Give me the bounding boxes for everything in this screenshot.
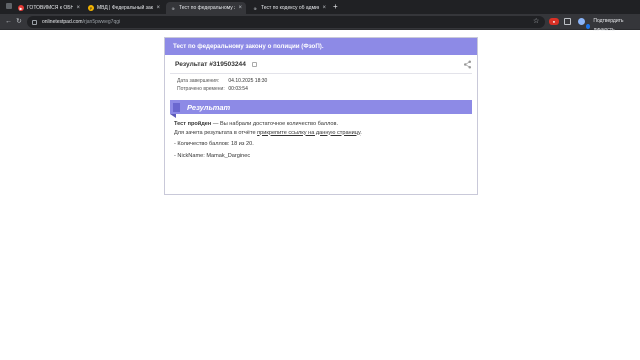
- address-bar[interactable]: onlinetestpad.com/rjan5pwweg7qgi: [27, 16, 545, 28]
- tab-4-title: Тест по кодексу об админист: [261, 5, 319, 11]
- youtube-icon: ▶: [18, 5, 24, 11]
- tab-4[interactable]: ⊕ Тест по кодексу об админист ×: [248, 2, 330, 14]
- result-meta: Дата завершения: 04.10.2025 18:30 Потрач…: [165, 74, 477, 93]
- meta-value: 04.10.2025 18:30: [228, 78, 268, 84]
- tab-1-title: ГОТОВИМСЯ к ОБНОВЕ! КАК: [27, 5, 74, 11]
- tab-strip: ▶ ГОТОВИМСЯ к ОБНОВЕ! КАК × P МВД | Феде…: [0, 0, 640, 14]
- copy-icon[interactable]: [251, 61, 257, 67]
- tab-search-icon[interactable]: [6, 3, 12, 9]
- result-number: Результат #319503244: [175, 60, 246, 68]
- score-line: - Количество баллов: 18 из 20.: [174, 141, 254, 148]
- banner-label: Результат: [170, 100, 472, 114]
- result-body: Тест пройден — Вы набрали достаточное ко…: [165, 116, 477, 160]
- site-favicon-icon: P: [88, 5, 94, 11]
- ribbon-fold: [170, 114, 176, 118]
- globe-icon: ⊕: [253, 5, 257, 11]
- back-icon[interactable]: ←: [5, 17, 12, 26]
- tab-1-close-icon[interactable]: ×: [76, 5, 80, 11]
- new-tab-button[interactable]: +: [333, 2, 338, 12]
- reload-icon[interactable]: ↻: [16, 17, 22, 26]
- extensions-puzzle-icon[interactable]: [564, 18, 571, 25]
- globe-icon: ⊕: [171, 5, 175, 11]
- tab-1[interactable]: ▶ ГОТОВИМСЯ к ОБНОВЕ! КАК ×: [14, 2, 84, 14]
- extension-red-icon[interactable]: ●: [549, 18, 559, 25]
- share-icon[interactable]: [463, 60, 472, 69]
- url-domain: onlinetestpad.com: [42, 19, 83, 25]
- meta-label: Потрачено времени:: [177, 86, 225, 92]
- tab-3-close-icon[interactable]: ×: [238, 5, 242, 11]
- tab-2[interactable]: P МВД | Федеральный закон о ×: [84, 2, 164, 14]
- pass-line: Тест пройден — Вы набрали достаточное ко…: [174, 120, 477, 129]
- profile-avatar[interactable]: [578, 18, 585, 25]
- attach-link[interactable]: прикрепите ссылку на данную страницу: [257, 130, 360, 136]
- verify-label: Подтвердить личность: [593, 18, 624, 33]
- nickname-line: - NickName: Mamak_Darginec: [174, 152, 251, 159]
- ribbon-icon: [173, 103, 180, 112]
- meta-row-duration: Потрачено времени: 00:03:54: [177, 85, 477, 93]
- meta-value: 00:03:54: [228, 86, 248, 92]
- url-path: /rjan5pwweg7qgi: [82, 19, 121, 25]
- verify-identity-button[interactable]: Подтвердить личность: [586, 17, 640, 35]
- report-end: .: [360, 129, 362, 136]
- meta-row-date: Дата завершения: 04.10.2025 18:30: [177, 77, 477, 85]
- url-text: onlinetestpad.com/rjan5pwweg7qgi: [42, 19, 120, 25]
- test-title: Тест по федеральному закону о полиции (Ф…: [165, 38, 477, 55]
- result-row: Результат #319503244: [165, 55, 477, 73]
- tab-2-title: МВД | Федеральный закон о: [97, 5, 153, 11]
- report-text: Для зачета результата в отчёте: [174, 129, 258, 136]
- result-card: Тест по федеральному закону о полиции (Ф…: [164, 37, 478, 195]
- tab-3-active[interactable]: ⊕ Тест по федеральному закон ×: [166, 2, 246, 14]
- result-banner: Результат: [170, 100, 472, 118]
- tab-2-close-icon[interactable]: ×: [156, 5, 160, 11]
- browser-toolbar: ← ↻ onlinetestpad.com/rjan5pwweg7qgi ☆ ●…: [0, 14, 640, 33]
- site-info-icon[interactable]: [32, 19, 37, 25]
- report-line: Для зачета результата в отчёте прикрепит…: [174, 129, 477, 138]
- verify-icon: [586, 23, 591, 29]
- tab-4-close-icon[interactable]: ×: [322, 5, 326, 11]
- tab-3-title: Тест по федеральному закон: [179, 5, 235, 11]
- bookmark-star-icon[interactable]: ☆: [533, 17, 539, 26]
- pass-text: — Вы набрали достаточное количество балл…: [211, 121, 339, 127]
- pass-status: Тест пройден: [174, 121, 212, 127]
- meta-label: Дата завершения:: [177, 78, 220, 84]
